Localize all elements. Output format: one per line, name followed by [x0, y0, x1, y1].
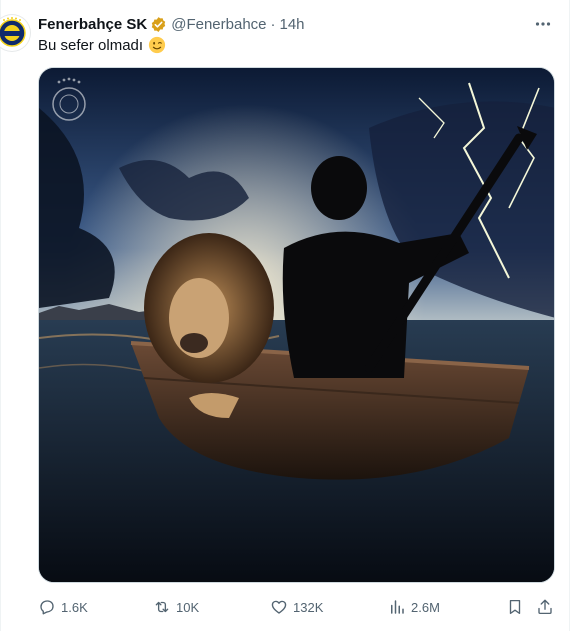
- reply-count: 1.6K: [61, 599, 88, 615]
- repost-button[interactable]: 10K: [153, 596, 199, 618]
- views-button[interactable]: 2.6M: [388, 596, 440, 618]
- lion-boat-illustration: [39, 68, 554, 582]
- like-button[interactable]: 132K: [270, 596, 323, 618]
- tweet-text-content: Bu sefer olmadı: [38, 36, 144, 54]
- tweet-header: Fenerbahçe SK @Fenerbahce · 14h: [38, 13, 558, 35]
- tweet-actions: 1.6K 10K 132K 2.6M: [38, 596, 558, 618]
- share-icon: [538, 599, 552, 615]
- winking-face-emoji-icon: [148, 36, 166, 54]
- author-handle[interactable]: @Fenerbahce: [171, 16, 266, 33]
- repost-count: 10K: [176, 599, 200, 615]
- like-count: 132K: [293, 599, 324, 615]
- timeline-border-left: [0, 0, 1, 631]
- header-separator: ·: [270, 15, 276, 33]
- more-options-button[interactable]: [532, 13, 554, 35]
- timeline-border-right: [569, 0, 570, 631]
- share-button[interactable]: [536, 596, 554, 618]
- bookmark-icon: [509, 599, 521, 615]
- tweet-media-image[interactable]: [38, 67, 555, 583]
- views-analytics-icon: [391, 600, 404, 614]
- avatar[interactable]: [0, 15, 30, 51]
- reply-icon: [40, 600, 54, 615]
- verified-badge-icon: [151, 16, 166, 32]
- tweet-timestamp[interactable]: 14h: [280, 16, 305, 33]
- author-name[interactable]: Fenerbahçe SK: [38, 16, 147, 33]
- fenerbahce-crest-icon: [0, 17, 26, 47]
- heart-icon: [271, 600, 287, 614]
- tweet-text: Bu sefer olmadı: [38, 36, 166, 54]
- more-icon: [535, 22, 551, 26]
- bookmark-button[interactable]: [506, 596, 524, 618]
- reply-button[interactable]: 1.6K: [38, 596, 88, 618]
- views-count: 2.6M: [411, 599, 440, 615]
- repost-icon: [155, 601, 169, 613]
